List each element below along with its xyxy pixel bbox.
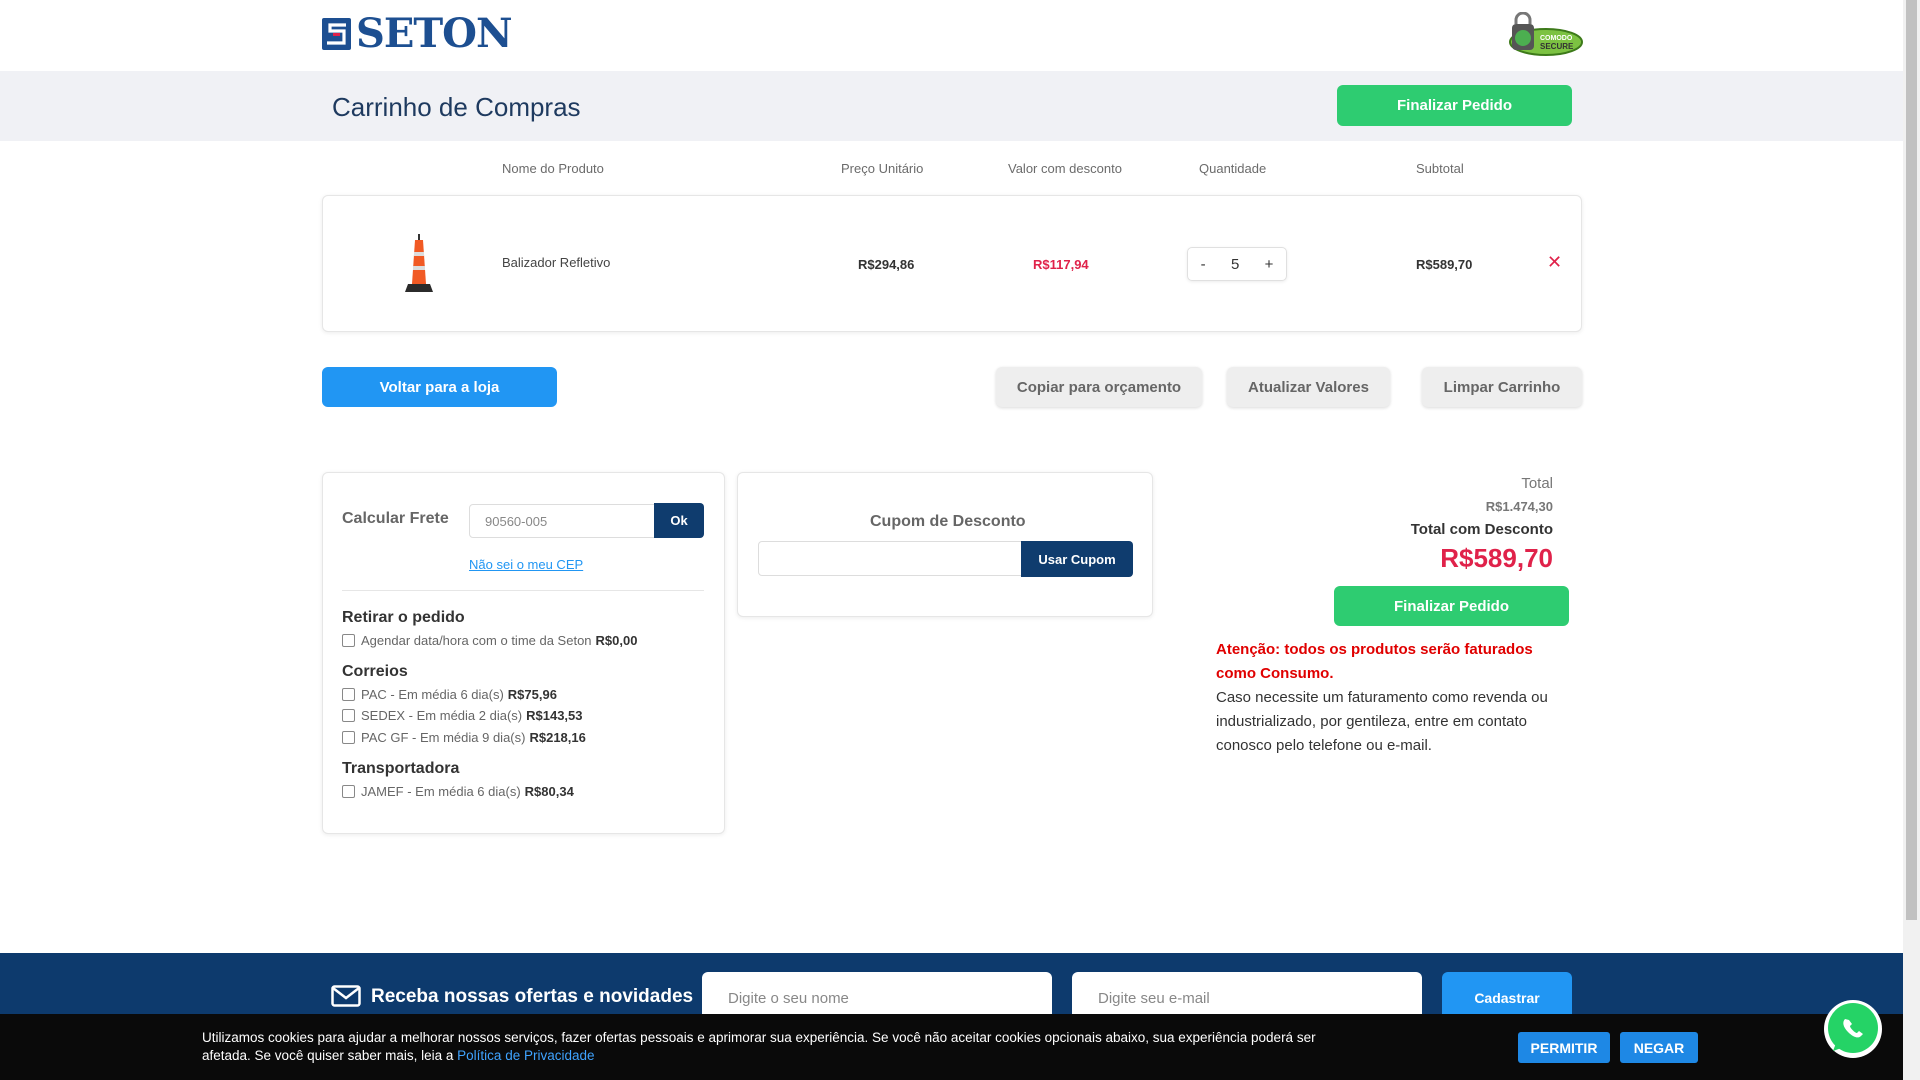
envelope-icon <box>331 985 361 1007</box>
logo-text: SETON <box>356 10 513 57</box>
shipping-option-pac-gf[interactable]: PAC GF - Em média 9 dia(s) R$218,16 <box>342 730 586 745</box>
column-header-subtotal: Subtotal <box>1416 161 1464 176</box>
clear-cart-button[interactable]: Limpar Carrinho <box>1422 367 1582 407</box>
cep-ok-button[interactable]: Ok <box>654 503 704 538</box>
column-header-discount: Valor com desconto <box>1008 161 1122 176</box>
shipping-option-label: JAMEF - Em média 6 dia(s) <box>361 784 521 799</box>
item-subtotal: R$589,70 <box>1416 257 1473 272</box>
cookie-text-block: Utilizamos cookies para ajudar a melhora… <box>202 1029 1322 1065</box>
use-coupon-button[interactable]: Usar Cupom <box>1021 541 1133 577</box>
total-label: Total <box>1521 475 1553 492</box>
shipping-option-label: SEDEX - Em média 2 dia(s) <box>361 708 523 723</box>
scrollbar-thumb[interactable] <box>1906 0 1917 920</box>
finalize-order-button-top[interactable]: Finalizar Pedido <box>1337 85 1572 126</box>
shipping-title: Calcular Frete <box>342 510 449 527</box>
unit-price: R$294,86 <box>858 257 915 272</box>
back-to-store-button[interactable]: Voltar para a loja <box>322 367 557 407</box>
secure-badge-line1: COMODO <box>1540 35 1573 42</box>
quantity-decrease-button[interactable]: - <box>1201 256 1206 273</box>
newsletter-title: Receba nossas ofertas e novidades <box>371 986 694 1007</box>
finalize-order-button-bottom[interactable]: Finalizar Pedido <box>1334 586 1569 626</box>
discount-total-value: R$589,70 <box>1440 543 1553 573</box>
shipping-option-label: Agendar data/hora com o time da Seton <box>361 633 592 648</box>
shipping-option-label: PAC - Em média 6 dia(s) <box>361 687 504 702</box>
pickup-group-title: Retirar o pedido <box>342 609 465 626</box>
quantity-value[interactable]: 5 <box>1231 256 1239 273</box>
secure-badge-line2: SECURE <box>1540 42 1574 51</box>
discount-total-label: Total com Desconto <box>1410 521 1553 538</box>
checkbox[interactable] <box>342 731 355 744</box>
privacy-policy-link[interactable]: Política de Privacidade <box>457 1048 594 1063</box>
update-values-button[interactable]: Atualizar Valores <box>1227 367 1390 407</box>
coupon-title: Cupom de Desconto <box>870 513 1026 530</box>
unknown-cep-link[interactable]: Não sei o meu CEP <box>469 557 583 572</box>
cookie-allow-button[interactable]: PERMITIR <box>1518 1032 1610 1063</box>
product-name[interactable]: Balizador Refletivo <box>502 255 610 270</box>
column-header-unit-price: Preço Unitário <box>841 161 924 176</box>
cep-input[interactable]: 90560-005 <box>469 504 655 538</box>
carrier-group-title: Transportadora <box>342 760 460 777</box>
billing-warning: Atenção: todos os produtos serão faturad… <box>1216 641 1533 682</box>
discount-price: R$117,94 <box>1033 257 1089 272</box>
shipping-option-price: R$0,00 <box>595 633 638 648</box>
column-header-product: Nome do Produto <box>502 161 604 176</box>
whatsapp-icon[interactable] <box>1823 999 1883 1059</box>
title-bar <box>0 71 1903 141</box>
page-title: Carrinho de Compras <box>332 92 581 122</box>
copy-to-quote-button[interactable]: Copiar para orçamento <box>996 367 1202 407</box>
seton-logo[interactable]: SETON <box>322 10 513 57</box>
billing-info: Caso necessite um faturamento como reven… <box>1216 689 1548 754</box>
shipping-option-price: R$143,53 <box>526 708 583 723</box>
checkbox[interactable] <box>342 785 355 798</box>
column-header-quantity: Quantidade <box>1199 161 1267 176</box>
remove-item-icon[interactable]: ✕ <box>1547 252 1562 273</box>
comodo-secure-badge: COMODO SECURE <box>1509 12 1583 56</box>
total-value: R$1.474,30 <box>1485 499 1553 514</box>
shipping-option-price: R$80,34 <box>524 784 574 799</box>
shipping-divider <box>342 590 704 591</box>
top-header <box>0 0 1903 71</box>
cookie-deny-button[interactable]: NEGAR <box>1620 1032 1698 1063</box>
page-scrollbar[interactable] <box>1903 0 1920 1080</box>
correios-group-title: Correios <box>342 663 408 680</box>
shipping-option-pac[interactable]: PAC - Em média 6 dia(s) R$75,96 <box>342 687 557 702</box>
shipping-option-price: R$218,16 <box>529 730 586 745</box>
checkbox[interactable] <box>342 688 355 701</box>
shipping-option-sedex[interactable]: SEDEX - Em média 2 dia(s) R$143,53 <box>342 708 583 723</box>
shipping-option-label: PAC GF - Em média 9 dia(s) <box>361 730 526 745</box>
checkbox[interactable] <box>342 709 355 722</box>
product-image[interactable] <box>404 234 434 294</box>
seton-logo-icon <box>322 18 351 50</box>
shipping-option-pickup[interactable]: Agendar data/hora com o time da Seton R$… <box>342 633 637 648</box>
quantity-stepper: - 5 + <box>1187 247 1287 281</box>
checkbox[interactable] <box>342 634 355 647</box>
quantity-increase-button[interactable]: + <box>1265 256 1274 273</box>
coupon-input[interactable] <box>758 541 1022 576</box>
cookie-message: Utilizamos cookies para ajudar a melhora… <box>202 1030 1316 1063</box>
shipping-option-jamef[interactable]: JAMEF - Em média 6 dia(s) R$80,34 <box>342 784 574 799</box>
billing-notice: Atenção: todos os produtos serão faturad… <box>1216 638 1576 758</box>
shipping-option-price: R$75,96 <box>507 687 557 702</box>
